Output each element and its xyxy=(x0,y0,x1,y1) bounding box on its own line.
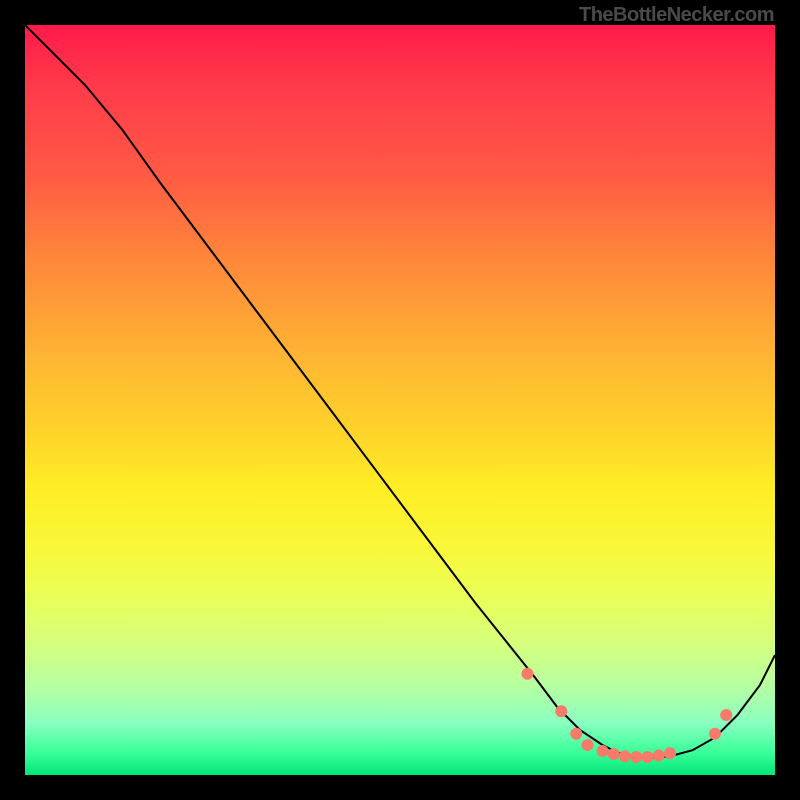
marker-dot xyxy=(630,751,642,763)
marker-dot xyxy=(619,750,631,762)
marker-dot xyxy=(608,748,620,760)
marker-dot xyxy=(522,668,534,680)
marker-dot xyxy=(555,705,567,717)
marker-dot xyxy=(582,739,594,751)
chart-frame: TheBottleNecker.com xyxy=(0,0,800,800)
plot-area xyxy=(25,25,775,775)
marker-dot xyxy=(570,728,582,740)
marker-dot xyxy=(664,747,676,759)
marker-dot xyxy=(597,745,609,757)
marker-dot xyxy=(709,728,721,740)
curve-line xyxy=(25,25,775,759)
marker-dot xyxy=(720,709,732,721)
curve-markers xyxy=(522,668,733,763)
watermark-label: TheBottleNecker.com xyxy=(579,4,774,27)
chart-svg xyxy=(25,25,775,775)
marker-dot xyxy=(653,750,665,762)
marker-dot xyxy=(642,751,654,763)
